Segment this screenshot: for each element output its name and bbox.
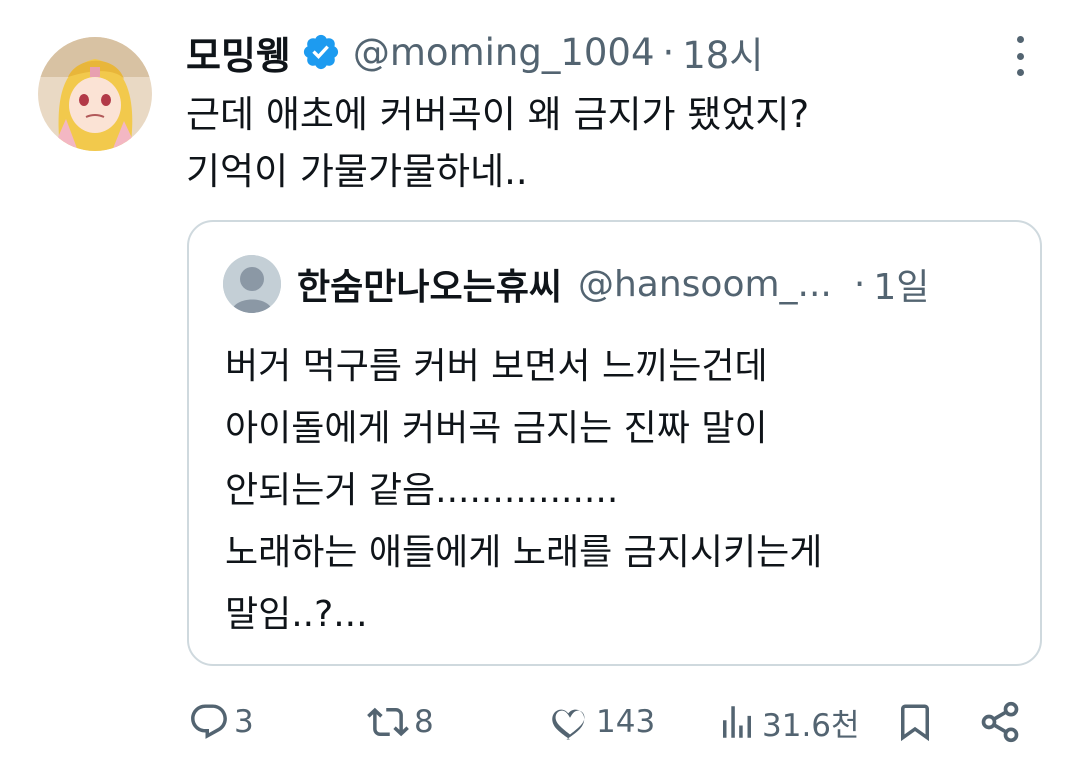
tweet-text: 근데 애초에 커버곡이 왜 금지가 됐었지? 기억이 가물가물하네.. (186, 86, 1046, 200)
quoted-tweet-text: 버거 먹구름 커버 보면서 느끼는건데 아이돌에게 커버곡 금지는 진짜 말이 … (225, 336, 1025, 646)
reply-icon (191, 704, 227, 739)
share-icon (981, 701, 1019, 743)
quoted-text-line: 안되는거 같음................ (225, 470, 619, 511)
quoted-tweet-time[interactable]: 1일 (873, 258, 929, 310)
like-button[interactable]: 143 (548, 690, 655, 754)
retweet-button[interactable]: 8 (366, 690, 434, 754)
reply-button[interactable]: 3 (188, 690, 254, 754)
quoted-tweet-card[interactable]: 한숨만나오는휴씨 @hansoom_... · 1일 버거 먹구름 커버 보면서… (187, 220, 1042, 666)
views-count: 31.6천 (762, 707, 860, 744)
quoted-text-line: 버거 먹구름 커버 보면서 느끼는건데 (225, 346, 768, 387)
quoted-text-line: 말임..?... (225, 594, 368, 635)
quoted-text-line: 아이돌에게 커버곡 금지는 진짜 말이 (225, 408, 768, 449)
reply-count: 3 (234, 704, 254, 740)
share-button[interactable] (978, 690, 1022, 754)
retweet-count: 8 (414, 704, 434, 740)
heart-icon (552, 709, 585, 740)
quoted-tweet-header: 한숨만나오는휴씨 @hansoom_... · 1일 (297, 255, 929, 313)
quoted-separator-dot: · (853, 263, 866, 305)
quoted-author-avatar[interactable] (223, 255, 281, 313)
quoted-text-line: 노래하는 애들에게 노래를 금지시키는게 (225, 532, 823, 573)
bookmark-button[interactable] (894, 690, 936, 754)
separator-dot: · (662, 30, 675, 74)
quoted-author-name[interactable]: 한숨만나오는휴씨 (297, 258, 562, 310)
author-name[interactable]: 모밍웽 (186, 25, 291, 80)
like-count: 143 (596, 704, 656, 740)
tweet-header: 모밍웽 @moming_1004 · 18시 (186, 22, 763, 82)
views-icon (723, 706, 751, 738)
quoted-author-handle[interactable]: @hansoom_... (578, 264, 832, 305)
retweet-icon (367, 707, 409, 737)
tweet-time[interactable]: 18시 (682, 25, 763, 79)
author-avatar[interactable] (38, 37, 152, 151)
tweet-text-line: 기억이 가물가물하네.. (186, 150, 528, 193)
verified-badge-icon (303, 34, 338, 70)
more-vertical-icon[interactable] (1012, 36, 1028, 76)
tweet-text-line: 근데 애초에 커버곡이 왜 금지가 됐었지? (186, 93, 810, 136)
author-handle[interactable]: @moming_1004 (353, 31, 655, 74)
bookmark-icon (901, 704, 929, 742)
views-button[interactable]: 31.6천 (716, 690, 860, 754)
action-bar: 3 8 143 31.6천 (0, 690, 1080, 754)
